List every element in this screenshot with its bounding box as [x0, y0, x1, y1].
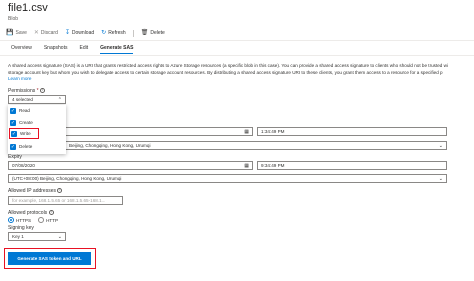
sas-description: A shared access signature (SAS) is a URI… — [8, 63, 474, 83]
permissions-label: Permissions — [8, 88, 36, 94]
download-icon: ↧ — [64, 30, 70, 36]
https-radio[interactable] — [8, 217, 14, 223]
allowed-ip-input[interactable]: for example, 168.1.5.65 or 168.1.5.65-16… — [8, 196, 123, 205]
discard-button[interactable]: ✕ Discard — [34, 30, 58, 36]
start-date-input[interactable]: ▦ — [60, 127, 253, 136]
page-title: file1.csv — [8, 2, 48, 14]
expiry-timezone-select[interactable]: (UTC+08:00) Beijing, Chongqing, Hong Kon… — [8, 174, 447, 183]
protocol-radio-group: HTTPS HTTP — [8, 217, 58, 223]
permission-option-label: Create — [19, 120, 33, 125]
chevron-down-icon: ⌄ — [438, 142, 443, 149]
permissions-options-panel: ✓ Read ✓ Create ✓ Write ✓ Delete — [8, 105, 66, 154]
discard-label: Discard — [40, 30, 58, 36]
permission-option-label: Write — [20, 131, 31, 136]
permission-option-write[interactable]: ✓ Write — [9, 128, 39, 139]
allowed-ip-label: Allowed IP addresses — [8, 188, 56, 194]
tab-generate-sas[interactable]: Generate SAS — [100, 45, 134, 54]
refresh-icon: ↻ — [101, 30, 107, 36]
expiry-timezone-value: (UTC+08:00) Beijing, Chongqing, Hong Kon… — [12, 176, 122, 181]
http-label: HTTP — [46, 217, 59, 223]
refresh-button[interactable]: ↻ Refresh — [101, 30, 126, 36]
allowed-protocols-label-row: Allowed protocols i — [8, 210, 54, 216]
download-button[interactable]: ↧ Download — [65, 30, 94, 36]
checkbox-checked-icon[interactable]: ✓ — [11, 130, 17, 137]
expiry-time-value: 9:34:49 PM — [261, 163, 285, 168]
https-label: HTTPS — [16, 217, 32, 223]
start-time-input[interactable]: 1:34:49 PM — [257, 127, 447, 136]
permission-option-label: Delete — [19, 144, 33, 149]
info-icon: i — [48, 210, 54, 216]
signing-key-label: Signing key — [8, 225, 34, 231]
calendar-icon: ▦ — [244, 162, 249, 169]
tabs-divider-line — [0, 55, 474, 56]
allowed-ip-placeholder: for example, 168.1.5.65 or 168.1.5.65-16… — [12, 198, 106, 203]
calendar-icon: ▦ — [244, 128, 249, 135]
refresh-label: Refresh — [108, 30, 126, 36]
permission-option-create[interactable]: ✓ Create — [10, 117, 33, 128]
info-icon: i — [57, 188, 63, 194]
chevron-up-icon: ⌃ — [57, 96, 62, 103]
delete-label: Delete — [150, 30, 165, 36]
save-button[interactable]: 💾 Save — [6, 30, 27, 36]
checkbox-checked-icon[interactable]: ✓ — [10, 107, 16, 114]
save-icon: 💾 — [6, 30, 14, 36]
checkbox-checked-icon[interactable]: ✓ — [10, 143, 16, 150]
permissions-selected: 4 selected — [12, 97, 33, 102]
signing-key-label-text: Signing key — [8, 225, 34, 231]
chevron-down-icon: ⌄ — [438, 175, 443, 182]
start-timezone-value: Beijing, Chongqing, Hong Kong, Urumqi — [69, 143, 151, 148]
expiry-date-input[interactable]: 07/08/2020 ▦ — [8, 161, 253, 170]
expiry-date-value: 07/08/2020 — [12, 163, 35, 168]
generate-sas-button[interactable]: Generate SAS token and URL — [8, 252, 91, 265]
page-subtitle: Blob — [8, 16, 19, 22]
command-bar: 💾 Save ✕ Discard ↧ Download ↻ Refresh 🗑 … — [6, 28, 172, 38]
start-timezone-select[interactable]: Beijing, Chongqing, Hong Kong, Urumqi ⌄ — [8, 141, 447, 150]
trash-icon: 🗑 — [140, 30, 149, 36]
description-line-1: A shared access signature (SAS) is a URI… — [8, 63, 448, 68]
start-time-value: 1:34:49 PM — [261, 129, 285, 134]
permissions-label-row: Permissions * i — [8, 88, 45, 94]
checkbox-checked-icon[interactable]: ✓ — [10, 119, 16, 126]
learn-more-link[interactable]: Learn more — [8, 76, 32, 81]
description-line-2: storage account key but whom you wish to… — [8, 69, 443, 75]
chevron-down-icon: ⌄ — [57, 233, 62, 240]
permission-option-read[interactable]: ✓ Read — [10, 105, 30, 116]
delete-button[interactable]: 🗑 Delete — [141, 30, 165, 36]
http-radio[interactable] — [38, 217, 45, 223]
expiry-time-input[interactable]: 9:34:49 PM — [257, 161, 447, 170]
tab-overview[interactable]: Overview — [11, 45, 32, 54]
allowed-protocols-label: Allowed protocols — [8, 210, 48, 216]
tab-edit[interactable]: Edit — [79, 45, 88, 54]
save-label: Save — [15, 30, 27, 36]
permission-option-label: Read — [19, 108, 30, 113]
signing-key-select[interactable]: Key 1 ⌄ — [8, 232, 66, 241]
expiry-label: Expiry — [8, 154, 22, 160]
close-icon: ✕ — [33, 30, 39, 36]
download-label: Download — [71, 30, 95, 36]
info-icon: i — [39, 88, 45, 94]
toolbar-divider-line — [0, 40, 474, 41]
toolbar-divider — [132, 29, 134, 37]
tab-snapshots[interactable]: Snapshots — [44, 45, 68, 54]
tab-bar: Overview Snapshots Edit Generate SAS — [11, 45, 145, 54]
required-mark: * — [36, 88, 39, 94]
allowed-ip-label-row: Allowed IP addresses i — [8, 188, 63, 194]
permissions-dropdown[interactable]: 4 selected ⌃ — [8, 95, 66, 104]
permission-option-delete[interactable]: ✓ Delete — [10, 141, 32, 152]
signing-key-value: Key 1 — [12, 234, 24, 239]
